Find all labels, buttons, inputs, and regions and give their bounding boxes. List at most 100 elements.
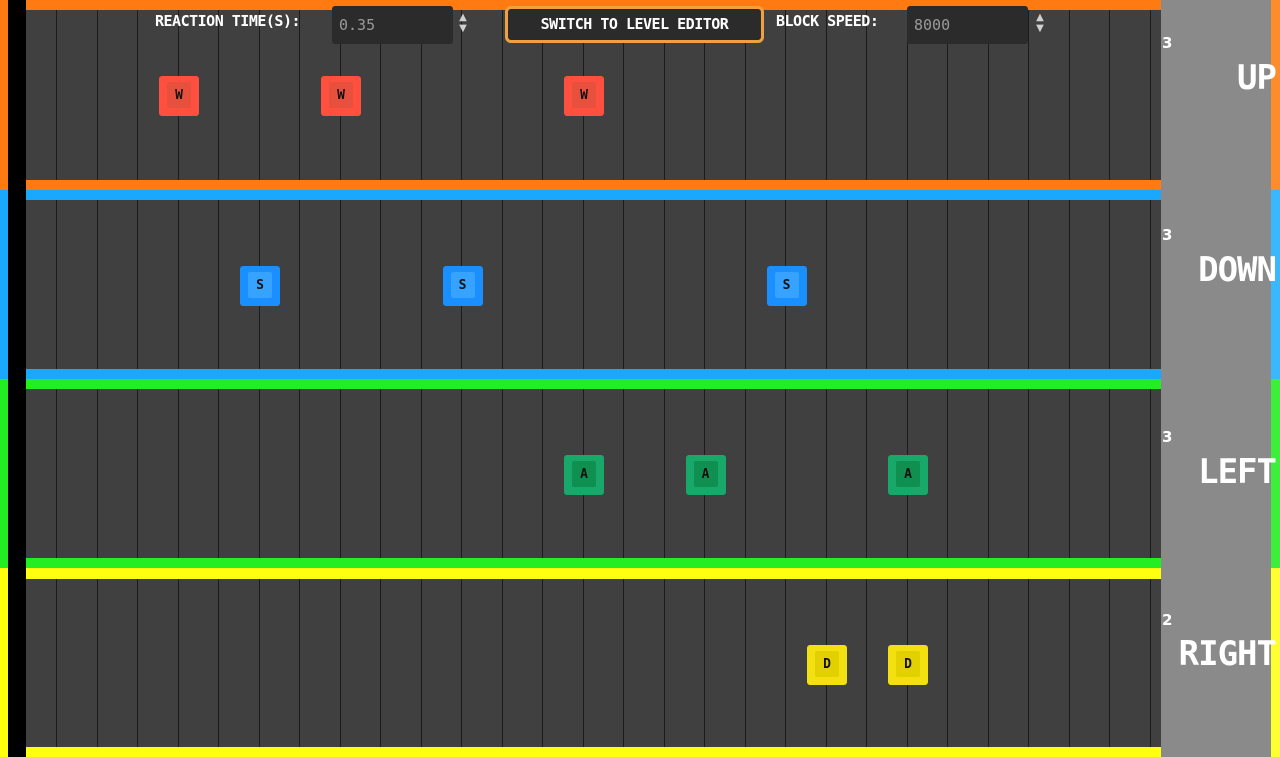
note-key-label: A	[693, 461, 718, 487]
note-block-s[interactable]: S	[766, 266, 807, 306]
grid-line	[299, 389, 300, 558]
grid-line	[501, 389, 503, 558]
grid-line	[56, 579, 57, 747]
grid-line	[987, 389, 989, 558]
note-key-label: A	[896, 461, 920, 487]
grid-line	[623, 389, 624, 558]
grid-line	[258, 389, 260, 558]
grid-line	[137, 200, 138, 369]
grid-line	[177, 389, 179, 558]
grid-line	[1109, 579, 1110, 747]
lane-down[interactable]: SSS	[26, 200, 1161, 369]
grid-line	[1068, 10, 1070, 180]
lane-up-left-strip	[0, 0, 8, 190]
grid-line	[582, 200, 584, 369]
grid-line	[785, 389, 786, 558]
grid-line	[56, 10, 57, 180]
block-speed-input[interactable]: 8000	[907, 6, 1028, 44]
lane-up-label: UP	[1237, 58, 1277, 98]
grid-line	[380, 579, 381, 747]
grid-line	[542, 200, 543, 369]
block-speed-spinner-icon[interactable]: ▲ ▼	[1033, 12, 1047, 36]
grid-line	[137, 579, 138, 747]
note-key-label: S	[248, 272, 272, 298]
grid-line	[785, 10, 786, 180]
grid-line	[947, 200, 948, 369]
grid-line	[987, 200, 989, 369]
grid-line	[663, 579, 665, 747]
grid-line	[56, 389, 57, 558]
lane-left-bottom-border	[26, 558, 1280, 568]
lane-down-bottom-border	[26, 369, 1280, 379]
grid-line	[1028, 579, 1029, 747]
grid-line	[1028, 389, 1029, 558]
grid-line	[420, 579, 422, 747]
grid-line	[218, 389, 219, 558]
grid-line	[1068, 579, 1070, 747]
grid-line	[218, 200, 219, 369]
grid-line	[1149, 389, 1151, 558]
lane-left-top-border	[26, 379, 1280, 389]
grid-line	[866, 200, 867, 369]
grid-line	[906, 200, 908, 369]
note-block-w[interactable]: W	[159, 76, 199, 116]
note-key-label: S	[450, 272, 475, 298]
note-key-label: S	[774, 272, 799, 298]
note-block-a[interactable]: A	[888, 455, 928, 495]
grid-line	[420, 200, 422, 369]
lane-up-bottom-border	[26, 180, 1280, 190]
lane-right[interactable]: DD	[26, 579, 1161, 747]
note-key-label: W	[329, 82, 353, 108]
note-block-s[interactable]: S	[442, 266, 483, 306]
grid-line	[866, 579, 867, 747]
grid-line	[299, 10, 300, 180]
grid-line	[501, 10, 503, 180]
grid-line	[137, 10, 138, 180]
grid-line	[542, 579, 543, 747]
grid-line	[1109, 389, 1110, 558]
reaction-time-spinner-icon[interactable]: ▲ ▼	[456, 12, 470, 36]
grid-line	[258, 579, 260, 747]
lane-down-count: 3	[1162, 226, 1173, 244]
lane-down-label: DOWN	[1198, 250, 1277, 290]
note-key-label: W	[167, 82, 191, 108]
grid-line	[1028, 200, 1029, 369]
grid-line	[56, 200, 57, 369]
note-block-w[interactable]: W	[564, 76, 604, 116]
grid-line	[704, 579, 705, 747]
grid-line	[866, 389, 867, 558]
grid-line	[461, 579, 462, 747]
grid-line	[623, 579, 624, 747]
note-key-label: D	[896, 651, 920, 677]
block-speed-label: BLOCK SPEED:	[776, 12, 879, 30]
grid-line	[299, 579, 300, 747]
note-block-d[interactable]: D	[807, 645, 847, 685]
grid-line	[825, 10, 827, 180]
note-block-d[interactable]: D	[888, 645, 928, 685]
lane-right-bottom-border	[26, 747, 1280, 757]
lane-left-label: LEFT	[1198, 452, 1277, 492]
reaction-time-label: REACTION TIME(S):	[155, 12, 301, 30]
grid-line	[177, 200, 179, 369]
grid-line	[96, 200, 98, 369]
grid-line	[339, 200, 341, 369]
note-block-s[interactable]: S	[240, 266, 280, 306]
grid-line	[258, 10, 260, 180]
grid-line	[218, 579, 219, 747]
switch-to-level-editor-button[interactable]: SWITCH TO LEVEL EDITOR	[505, 6, 764, 43]
grid-line	[785, 579, 786, 747]
grid-line	[339, 579, 341, 747]
lane-left-left-strip	[0, 379, 8, 568]
lane-left[interactable]: AAA	[26, 389, 1161, 558]
note-block-a[interactable]: A	[685, 455, 726, 495]
note-block-w[interactable]: W	[321, 76, 361, 116]
grid-line	[947, 579, 948, 747]
grid-line	[1028, 10, 1029, 180]
grid-line	[1068, 200, 1070, 369]
note-block-a[interactable]: A	[564, 455, 604, 495]
grid-line	[137, 389, 138, 558]
reaction-time-input[interactable]: 0.35	[332, 6, 453, 44]
grid-line	[501, 200, 503, 369]
lane-down-top-border	[26, 190, 1280, 200]
lane-left-count: 3	[1162, 428, 1173, 446]
